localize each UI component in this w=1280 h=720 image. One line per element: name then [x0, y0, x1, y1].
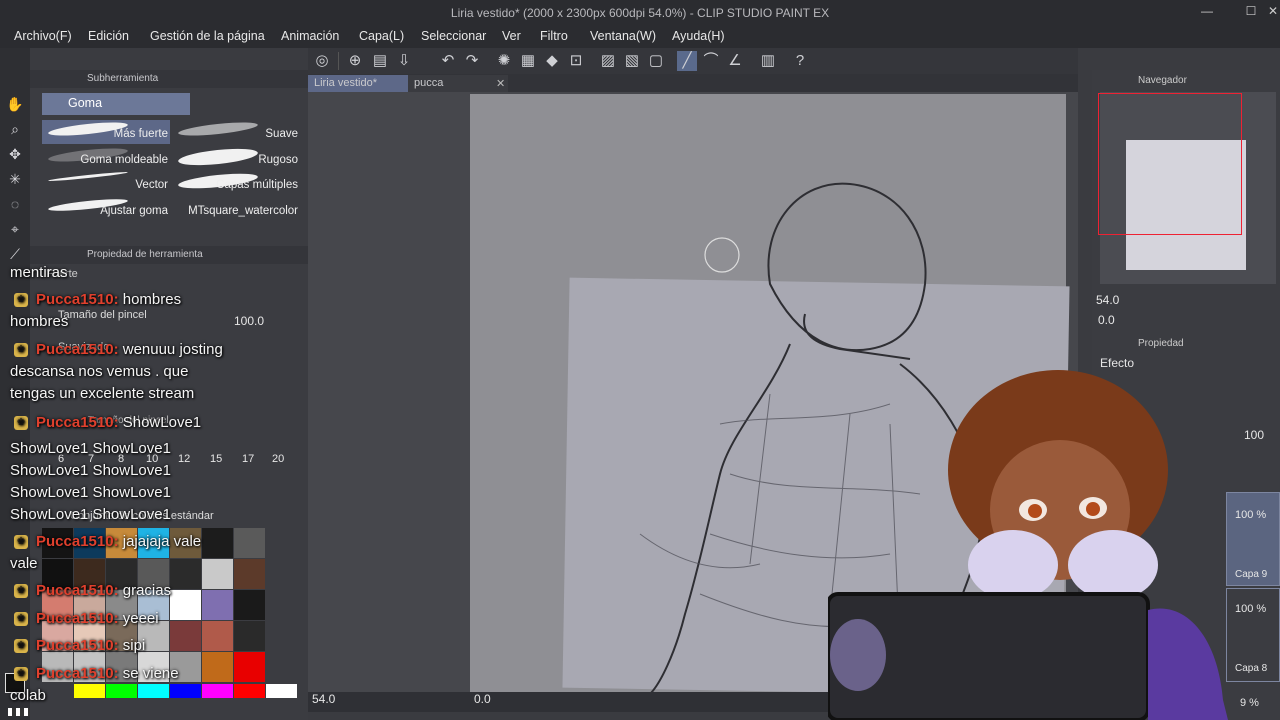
navigator-viewport[interactable]	[1098, 93, 1242, 235]
maximize-icon[interactable]: ☐	[1240, 4, 1262, 22]
chat-message: ♚ Pucca1510: ShowLove1	[14, 414, 201, 431]
chat-text: sipi	[122, 637, 146, 654]
selection-icon-3[interactable]: ▢	[646, 51, 666, 71]
navigator-header: Navegador	[1138, 75, 1187, 86]
subscriber-badge-icon: ♚	[14, 584, 28, 599]
subscriber-badge-icon: ♚	[14, 535, 28, 550]
chat-message: mentiras	[10, 264, 68, 281]
stream-chat-overlay: mentiras ♚ Pucca1510: hombres hombres ♚ Pucca…	[0, 0, 320, 720]
redo-icon[interactable]: ↷	[462, 51, 482, 71]
subscriber-badge-icon: ♚	[14, 612, 28, 627]
chat-username: Pucca1510:	[36, 341, 123, 358]
clear-outside-icon[interactable]: ▦	[518, 51, 538, 71]
subscriber-badge-icon: ♚	[14, 293, 28, 308]
menu-filtro[interactable]: Filtro	[540, 29, 568, 43]
snap-ruler-icon[interactable]: ╱	[677, 51, 697, 71]
navigator-zoom[interactable]: 54.0	[1096, 293, 1119, 309]
layer-item-capa-9[interactable]: 100 % Capa 9	[1226, 492, 1280, 586]
chat-username: Pucca1510:	[36, 637, 123, 654]
chat-message: colab	[10, 687, 46, 704]
tab-pucca[interactable]: pucca	[408, 75, 508, 92]
chat-message: tengas un excelente stream	[10, 385, 195, 402]
angle-value[interactable]: 0.0	[474, 692, 491, 706]
chat-message: ♚ Pucca1510: hombres	[14, 291, 181, 308]
chat-text: ShowLove1	[122, 414, 202, 431]
chat-text: yeeei	[122, 610, 159, 627]
help-icon[interactable]: ?	[790, 51, 810, 71]
chat-message: ShowLove1 ShowLove1	[10, 462, 171, 479]
property-header: Propiedad	[1138, 338, 1184, 349]
chat-text: se viene	[122, 665, 179, 682]
fill-icon[interactable]: ◆	[542, 51, 562, 71]
separator	[338, 52, 339, 70]
chat-text: jajajaja vale	[122, 533, 202, 550]
chat-username: Pucca1510:	[36, 414, 123, 431]
chat-message: ShowLove1 ShowLove1	[10, 440, 171, 457]
chat-message: ♚ Pucca1510: wenuuu josting	[14, 341, 223, 358]
navigator-rotation[interactable]: 0.0	[1098, 313, 1115, 329]
chat-message: ♚ Pucca1510: yeeei	[14, 610, 159, 627]
streamer-avatar	[828, 370, 1228, 720]
open-icon[interactable]: ▤	[370, 51, 390, 71]
menu-ver[interactable]: Ver	[502, 29, 521, 43]
snap-grid-icon[interactable]: ∠	[725, 51, 745, 71]
new-file-icon[interactable]: ⊕	[345, 51, 365, 71]
selection-icon-2[interactable]: ▧	[622, 51, 642, 71]
subscriber-badge-icon: ♚	[14, 639, 28, 654]
chat-message: ShowLove1 ShowLove1	[10, 484, 171, 501]
close-tab-icon[interactable]: ✕	[496, 77, 505, 90]
chat-username: Pucca1510:	[36, 610, 123, 627]
menu-ventana[interactable]: Ventana(W)	[590, 29, 656, 43]
chat-message: ♚ Pucca1510: jajajaja vale	[14, 533, 201, 550]
chat-message: vale	[10, 555, 38, 572]
layer-item-capa-8[interactable]: 100 % Capa 8	[1226, 588, 1280, 682]
chat-message: hombres	[10, 313, 69, 330]
snap-special-icon[interactable]: ⌒	[701, 51, 721, 71]
layer-opacity-bottom: 9 %	[1240, 697, 1259, 709]
chat-username: Pucca1510:	[36, 582, 123, 599]
chat-message: descansa nos vemus . que	[10, 363, 189, 380]
chat-text: gracias	[122, 582, 172, 599]
chat-text: hombres	[122, 291, 182, 308]
export-icon[interactable]: ⇩	[394, 51, 414, 71]
close-icon[interactable]: ✕	[1262, 4, 1280, 22]
chat-message: ♚ Pucca1510: se viene	[14, 665, 179, 682]
chat-message: ShowLove1 ShowLove1	[10, 506, 171, 523]
subscriber-badge-icon: ♚	[14, 343, 28, 358]
chat-text: wenuuu josting	[122, 341, 223, 358]
subscriber-badge-icon: ♚	[14, 416, 28, 431]
transform-icon[interactable]: ⊡	[566, 51, 586, 71]
clear-icon[interactable]: ✺	[494, 51, 514, 71]
tab-liria-vestido[interactable]: Liria vestido*	[308, 75, 408, 92]
chat-message: ♚ Pucca1510: sipi	[14, 637, 145, 654]
minimize-icon[interactable]: —	[1196, 4, 1218, 22]
device-icon[interactable]: ▥	[758, 51, 778, 71]
selection-icon-1[interactable]: ▨	[598, 51, 618, 71]
menu-seleccionar[interactable]: Seleccionar	[421, 29, 486, 43]
chat-username: Pucca1510:	[36, 291, 123, 308]
menu-capa[interactable]: Capa(L)	[359, 29, 404, 43]
chat-username: Pucca1510:	[36, 533, 123, 550]
brush-cursor-icon	[704, 237, 740, 273]
undo-icon[interactable]: ↶	[438, 51, 458, 71]
menu-ayuda[interactable]: Ayuda(H)	[672, 29, 725, 43]
layer-opacity-value[interactable]: 100	[1244, 428, 1264, 442]
chat-username: Pucca1510:	[36, 665, 123, 682]
subscriber-badge-icon: ♚	[14, 667, 28, 682]
chat-message: ♚ Pucca1510: gracias	[14, 582, 171, 599]
